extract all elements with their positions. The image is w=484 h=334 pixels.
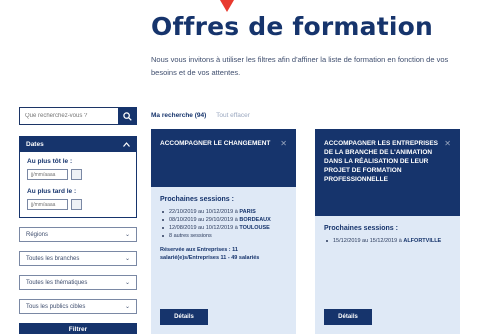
chevron-up-icon [123, 142, 130, 147]
sessions-title: Prochaines sessions : [324, 225, 398, 232]
session-more: 8 autres sessions [169, 233, 212, 239]
card-body: Prochaines sessions : 22/10/2019 au 10/1… [151, 187, 296, 262]
to-date-row [27, 199, 129, 210]
select-label: Tous les publics cibles [26, 303, 86, 310]
session-dates: 12/08/2019 au 10/12/2019 à [169, 225, 240, 231]
session-dates: 15/12/2019 au 15/12/2019 à [333, 238, 404, 244]
dates-header[interactable]: Dates [20, 137, 136, 152]
select-label: Toutes les branches [26, 255, 80, 262]
from-date-label: Au plus tôt le : [27, 158, 73, 165]
from-date-input[interactable] [27, 169, 68, 180]
card-title: Accompagner les entreprises de la branch… [324, 140, 439, 183]
session-item: 08/10/2019 au 29/10/2019 à BORDEAUX [160, 216, 287, 224]
search-bar [19, 107, 137, 125]
details-button[interactable]: Détails [160, 309, 208, 325]
select-label: Toutes les thématiques [26, 279, 88, 286]
branch-select[interactable]: Toutes les branches ⌄ [19, 251, 137, 266]
card-header: Accompagner les entreprises de la branch… [315, 129, 460, 216]
session-city: ALFORTVILLE [403, 238, 442, 244]
filter-sidebar: Dates Au plus tôt le : Au plus tard le :… [19, 107, 137, 334]
theme-select[interactable]: Toutes les thématiques ⌄ [19, 275, 137, 290]
to-date-label: Au plus tard le : [27, 188, 77, 195]
top-arrow-marker [220, 0, 234, 12]
details-button[interactable]: Détails [324, 309, 372, 325]
to-date-input[interactable] [27, 199, 68, 210]
page-title: Offres de formation [151, 12, 434, 41]
training-card: Accompagner le changement ✕ Prochaines s… [151, 129, 296, 334]
session-city: PARIS [239, 209, 256, 215]
session-item: 8 autres sessions [160, 232, 287, 240]
region-select[interactable]: Régions ⌄ [19, 227, 137, 242]
chevron-down-icon: ⌄ [124, 256, 130, 262]
session-item: 12/08/2019 au 10/12/2019 à TOULOUSE [160, 224, 287, 232]
search-button[interactable] [118, 107, 137, 125]
session-item: 15/12/2019 au 15/12/2019 à ALFORTVILLE [324, 237, 451, 245]
intro-text: Nous vous invitons à utiliser les filtre… [151, 55, 449, 77]
close-icon[interactable]: ✕ [444, 139, 451, 148]
card-public-target: Réservée aux Entreprises : 11 salarié(e)… [160, 247, 260, 261]
calendar-icon[interactable] [71, 199, 82, 210]
chevron-down-icon: ⌄ [124, 304, 130, 310]
session-item: 22/10/2019 au 10/12/2019 à PARIS [160, 208, 287, 216]
close-icon[interactable]: ✕ [280, 139, 287, 148]
dates-heading: Dates [26, 141, 44, 148]
chevron-down-icon: ⌄ [124, 280, 130, 286]
sessions-list: 22/10/2019 au 10/12/2019 à PARIS 08/10/2… [160, 208, 287, 240]
dates-filter: Dates Au plus tôt le : Au plus tard le : [19, 136, 137, 218]
card-header: Accompagner le changement ✕ [151, 129, 296, 187]
dates-body: Au plus tôt le : Au plus tard le : [20, 152, 136, 217]
calendar-icon[interactable] [71, 169, 82, 180]
filter-button[interactable]: Filtrer [19, 323, 137, 334]
search-icon [123, 111, 132, 121]
session-city: BORDEAUX [239, 217, 271, 223]
from-date-row [27, 169, 129, 180]
session-dates: 22/10/2019 au 10/12/2019 à [169, 209, 240, 215]
session-dates: 08/10/2019 au 29/10/2019 à [169, 217, 240, 223]
audience-select[interactable]: Tous les publics cibles ⌄ [19, 299, 137, 314]
results-count: Ma recherche (94) [151, 112, 207, 119]
reset-link[interactable]: Tout effacer [216, 112, 250, 119]
select-label: Régions [26, 231, 49, 238]
sessions-title: Prochaines sessions : [160, 196, 234, 203]
training-card: Accompagner les entreprises de la branch… [315, 129, 460, 334]
card-body: Prochaines sessions : 15/12/2019 au 15/1… [315, 216, 460, 245]
card-title: Accompagner le changement [160, 140, 271, 147]
chevron-down-icon: ⌄ [124, 232, 130, 238]
results-summary: Ma recherche (94) Tout effacer [151, 112, 250, 119]
search-input[interactable] [19, 107, 118, 125]
sessions-list: 15/12/2019 au 15/12/2019 à ALFORTVILLE [324, 237, 451, 245]
session-city: TOULOUSE [239, 225, 270, 231]
